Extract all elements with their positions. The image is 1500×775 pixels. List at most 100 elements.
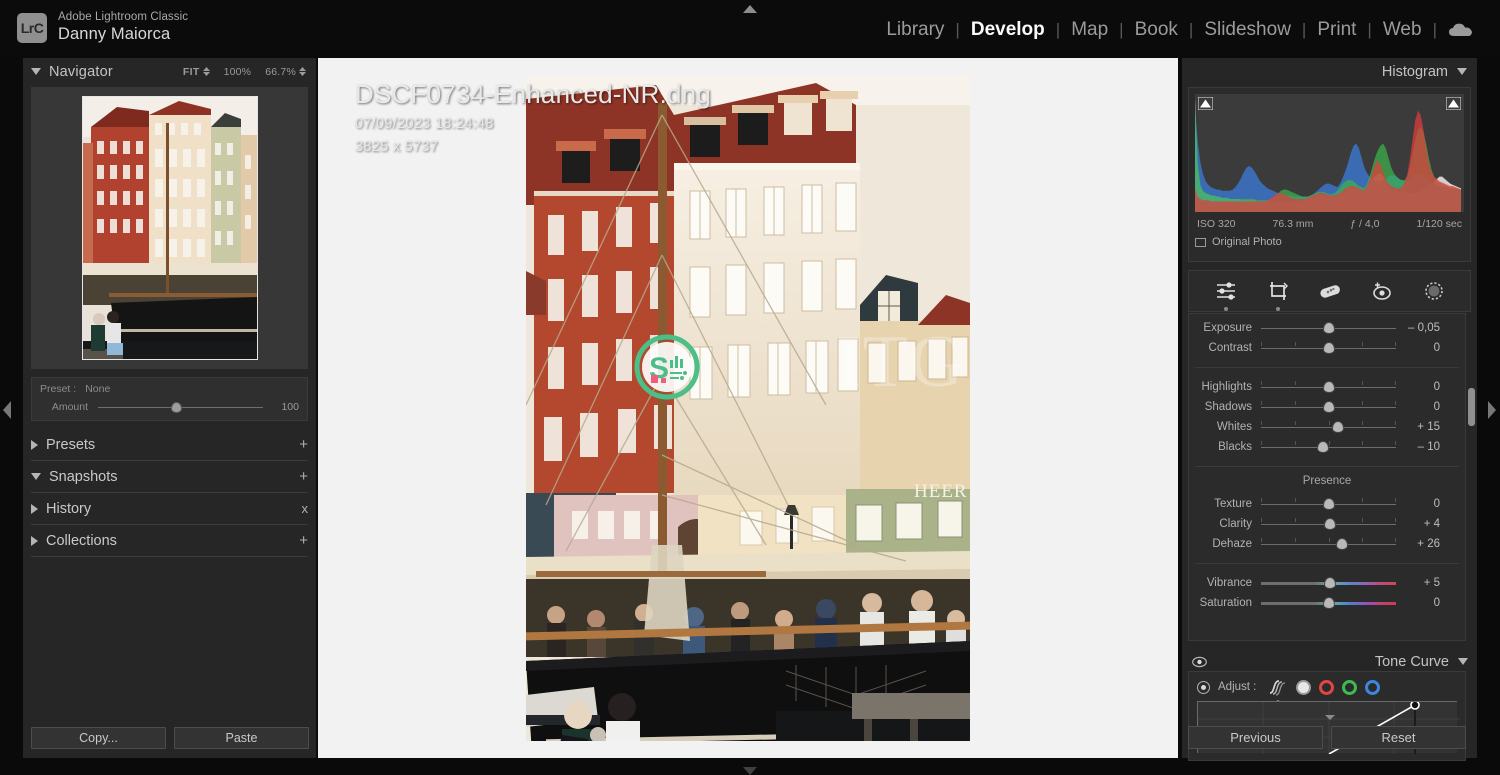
highlights-slider-knob[interactable]: [1323, 381, 1335, 393]
module-slideshow[interactable]: Slideshow: [1193, 19, 1302, 41]
dehaze-slider[interactable]: [1261, 536, 1396, 552]
texture-value[interactable]: 0: [1396, 498, 1448, 510]
loupe-view[interactable]: HEER: [318, 58, 1178, 758]
shadows-value[interactable]: 0: [1396, 401, 1448, 413]
blacks-slider[interactable]: [1261, 439, 1396, 455]
parametric-curve-icon[interactable]: [1268, 678, 1288, 696]
histogram-header[interactable]: Histogram: [1182, 58, 1477, 85]
contrast-value[interactable]: 0: [1396, 342, 1448, 354]
copy-button[interactable]: Copy...: [31, 727, 166, 749]
module-book[interactable]: Book: [1124, 19, 1189, 41]
texture-slider-knob[interactable]: [1323, 498, 1335, 510]
histogram-chart[interactable]: [1195, 94, 1464, 212]
amount-slider-knob[interactable]: [171, 402, 182, 413]
tone-curve-channel-red[interactable]: [1319, 680, 1334, 695]
clarity-slider[interactable]: [1261, 516, 1396, 532]
exposure-label[interactable]: Exposure: [1189, 322, 1261, 334]
module-library[interactable]: Library: [875, 19, 955, 41]
shadows-slider-knob[interactable]: [1323, 401, 1335, 413]
dehaze-label[interactable]: Dehaze: [1189, 538, 1261, 550]
module-map[interactable]: Map: [1060, 19, 1119, 41]
navigator-header[interactable]: Navigator FIT 100% 66.7%: [23, 58, 316, 85]
saturation-value[interactable]: 0: [1396, 597, 1448, 609]
blacks-label[interactable]: Blacks: [1189, 441, 1261, 453]
original-photo-checkbox-icon[interactable]: [1195, 238, 1206, 247]
shadows-slider[interactable]: [1261, 399, 1396, 415]
preset-row[interactable]: Preset : None: [40, 383, 299, 395]
targeted-adjustment-icon[interactable]: [1197, 681, 1210, 694]
clarity-value[interactable]: + 4: [1396, 518, 1448, 530]
highlights-slider[interactable]: [1261, 379, 1396, 395]
zoom-100-button[interactable]: 100%: [224, 66, 252, 78]
right-panel-scrollbar[interactable]: [1468, 330, 1475, 630]
dehaze-value[interactable]: + 26: [1396, 538, 1448, 550]
saturation-label[interactable]: Saturation: [1189, 597, 1261, 609]
blacks-value[interactable]: – 10: [1396, 441, 1448, 453]
texture-label[interactable]: Texture: [1189, 498, 1261, 510]
chevron-right-icon[interactable]: [31, 536, 38, 546]
whites-slider[interactable]: [1261, 419, 1396, 435]
contrast-slider[interactable]: [1261, 340, 1396, 356]
shadows-label[interactable]: Shadows: [1189, 401, 1261, 413]
chevron-down-icon[interactable]: [31, 68, 41, 75]
module-develop[interactable]: Develop: [960, 19, 1056, 41]
chevron-down-icon[interactable]: [1458, 658, 1468, 665]
contrast-label[interactable]: Contrast: [1189, 342, 1261, 354]
reset-button[interactable]: Reset: [1331, 726, 1466, 749]
sidebar-item-history[interactable]: History x: [31, 493, 308, 525]
contrast-slider-knob[interactable]: [1323, 342, 1335, 354]
clarity-slider-knob[interactable]: [1324, 518, 1336, 530]
highlights-value[interactable]: 0: [1396, 381, 1448, 393]
navigator-thumbnail[interactable]: [82, 96, 258, 360]
add-collection-icon[interactable]: +: [299, 532, 308, 549]
tone-curve-channel-blue[interactable]: [1365, 680, 1380, 695]
zoom-custom-button[interactable]: 66.7%: [265, 66, 306, 78]
tone-curve-channel-green[interactable]: [1342, 680, 1357, 695]
collapse-top-panel-arrow[interactable]: [741, 1, 759, 11]
red-eye-icon[interactable]: [1370, 279, 1394, 303]
saturation-slider-knob[interactable]: [1323, 597, 1335, 609]
whites-slider-knob[interactable]: [1332, 421, 1344, 433]
healing-brush-icon[interactable]: [1318, 279, 1342, 303]
exposure-slider-knob[interactable]: [1323, 322, 1335, 334]
zoom-fit-button[interactable]: FIT: [183, 66, 210, 78]
vibrance-slider-knob[interactable]: [1324, 577, 1336, 589]
vibrance-value[interactable]: + 5: [1396, 577, 1448, 589]
vibrance-slider[interactable]: [1261, 575, 1396, 591]
highlights-label[interactable]: Highlights: [1189, 381, 1261, 393]
saturation-slider[interactable]: [1261, 595, 1396, 611]
show-right-panel-arrow[interactable]: [1485, 398, 1498, 422]
sidebar-item-collections[interactable]: Collections +: [31, 525, 308, 557]
zoom-fit-stepper-icon[interactable]: [203, 67, 210, 76]
dehaze-slider-knob[interactable]: [1336, 538, 1348, 550]
sidebar-item-presets[interactable]: Presets +: [31, 429, 308, 461]
edit-sliders-icon[interactable]: [1214, 279, 1238, 303]
clear-history-icon[interactable]: x: [302, 501, 309, 516]
sidebar-item-snapshots[interactable]: Snapshots +: [31, 461, 308, 493]
shadow-clipping-indicator[interactable]: [1198, 97, 1213, 110]
whites-label[interactable]: Whites: [1189, 421, 1261, 433]
chevron-down-icon[interactable]: [1457, 68, 1467, 75]
tone-curve-channel-white[interactable]: [1296, 680, 1311, 695]
right-panel-scrollbar-thumb[interactable]: [1468, 388, 1475, 426]
paste-button[interactable]: Paste: [174, 727, 309, 749]
vibrance-label[interactable]: Vibrance: [1189, 577, 1261, 589]
amount-slider[interactable]: [98, 407, 263, 408]
cloud-icon[interactable]: [1437, 22, 1482, 38]
chevron-right-icon[interactable]: [31, 440, 38, 450]
exposure-value[interactable]: – 0,05: [1396, 322, 1448, 334]
module-print[interactable]: Print: [1306, 19, 1367, 41]
zoom-custom-stepper-icon[interactable]: [299, 67, 306, 76]
masking-icon[interactable]: [1422, 279, 1446, 303]
chevron-down-icon[interactable]: [31, 473, 41, 480]
whites-value[interactable]: + 15: [1396, 421, 1448, 433]
clarity-label[interactable]: Clarity: [1189, 518, 1261, 530]
collapse-filmstrip-arrow[interactable]: [741, 763, 759, 773]
add-preset-icon[interactable]: +: [299, 436, 308, 453]
highlight-clipping-indicator[interactable]: [1446, 97, 1461, 110]
chevron-right-icon[interactable]: [31, 504, 38, 514]
previous-button[interactable]: Previous: [1188, 726, 1323, 749]
photo-preview[interactable]: HEER: [526, 75, 970, 741]
crop-overlay-icon[interactable]: [1266, 279, 1290, 303]
exposure-slider[interactable]: [1261, 320, 1396, 336]
